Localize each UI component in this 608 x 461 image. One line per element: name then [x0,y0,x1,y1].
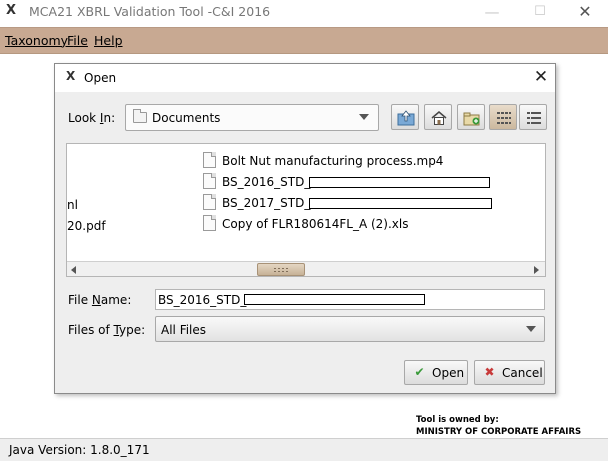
look-in-combo[interactable]: Documents [125,104,379,131]
file-name: Bolt Nut manufacturing process.mp4 [222,154,444,168]
scrollbar-thumb[interactable] [257,263,305,276]
file-icon [203,215,216,231]
list-view-button[interactable] [489,104,517,130]
check-icon: ✔ [414,365,425,379]
files-of-type-label: Files of Type: [68,323,146,337]
scroll-right-icon[interactable] [534,266,539,274]
cancel-x-icon: ✖ [484,365,495,379]
x-logo-icon: X [66,69,76,83]
cancel-button[interactable]: ✖ Cancel [474,360,545,385]
up-folder-icon [397,110,415,126]
menu-help-mnemonic: H [94,33,104,48]
file-name: BS_2017_STD_ [222,196,311,210]
dialog-title: Open [84,71,117,85]
close-window-button[interactable]: ✕ [562,0,608,26]
file-name: nl [67,198,78,212]
grip-icon [273,267,289,273]
scroll-left-icon[interactable] [71,266,76,274]
open-dialog: X Open ✕ Look In: Documents nl 20.pdf Bo… [54,63,556,394]
new-folder-button[interactable] [457,104,485,130]
new-folder-icon [463,112,480,126]
home-icon [431,111,447,125]
file-list[interactable]: nl 20.pdf Bolt Nut manufacturing process… [66,143,546,277]
cancel-button-label: Cancel [502,366,543,380]
folder-icon [133,109,147,123]
menu-bar: Taxonomy File Help [0,27,608,54]
details-view-icon [527,112,541,124]
files-of-type-value: All Files [161,323,207,337]
menu-help-label: elp [103,33,123,48]
redaction-box [244,294,425,305]
list-view-icon [497,112,511,124]
file-name: BS_2016_STD_ [222,175,311,189]
file-icon [203,152,216,168]
file-name-value: BS_2016_STD_ [158,293,247,307]
window-titlebar: X MCA21 XBRL Validation Tool -C&I 2016 —… [0,0,608,26]
files-of-type-combo[interactable]: All Files [155,316,545,342]
details-view-button[interactable] [519,104,547,130]
file-name: 20.pdf [67,219,106,233]
owner-name: MINISTRY OF CORPORATE AFFAIRS [416,427,582,437]
chevron-down-icon [526,326,536,332]
file-name: Copy of FLR180614FL_A (2).xls [222,217,409,231]
open-button[interactable]: ✔ Open [404,360,468,385]
file-icon [203,194,216,210]
owner-caption: Tool is owned by: [416,415,499,425]
x-logo-icon: X [6,3,17,18]
redaction-box [309,177,490,188]
menu-file-label: ile [73,33,88,48]
maximize-button[interactable]: ☐ [517,0,563,26]
menu-help[interactable]: Help [94,33,123,48]
chevron-down-icon [359,114,369,120]
menu-taxonomy-label: axonomy [10,33,69,48]
horizontal-scrollbar[interactable] [67,261,545,276]
menu-file[interactable]: File [67,33,88,48]
dialog-close-button[interactable]: ✕ [529,66,553,90]
minimize-button[interactable]: — [469,0,515,26]
file-name-input[interactable]: BS_2016_STD_ [155,289,545,310]
file-icon [203,173,216,189]
file-name-label: File Name: [68,293,132,307]
look-in-value: Documents [152,111,221,125]
redaction-box [309,198,492,209]
up-folder-button[interactable] [391,104,419,130]
dialog-titlebar: X Open ✕ [55,64,555,92]
open-button-label: Open [432,366,465,380]
home-button[interactable] [424,104,452,130]
status-bar: Java Version: 1.8.0_171 [0,438,608,461]
java-version-text: Java Version: 1.8.0_171 [9,443,150,457]
menu-taxonomy[interactable]: Taxonomy [5,33,68,48]
window-title: MCA21 XBRL Validation Tool -C&I 2016 [29,4,271,19]
look-in-label: Look In: [68,111,116,125]
